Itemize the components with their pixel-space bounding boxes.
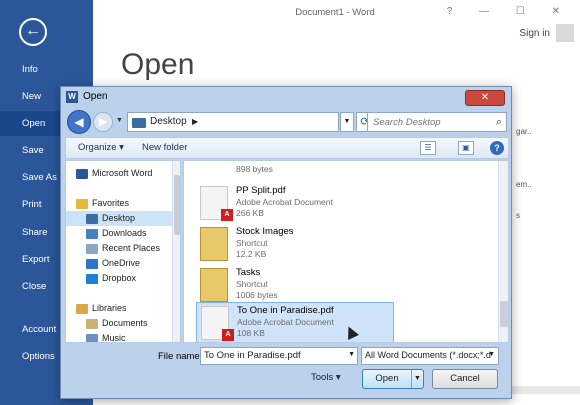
file-type: Adobe Acrobat Document [237, 317, 334, 327]
file-size: 1006 bytes [236, 290, 278, 300]
navigation-pane: Microsoft Word Favorites Desktop Downloa… [65, 160, 181, 343]
nav-item-recent-places[interactable]: Recent Places [86, 241, 180, 256]
background-text: em.. [516, 180, 532, 189]
search-box[interactable]: ⌕ [367, 112, 507, 132]
file-type-value: All Word Documents (*.docx;*.d [365, 350, 491, 360]
downloads-icon [86, 228, 98, 239]
desktop-folder-icon [132, 118, 146, 128]
folder-shortcut-icon [200, 227, 228, 261]
back-arrow-icon[interactable]: ◀ [67, 110, 91, 134]
list-item[interactable]: Stock Images Shortcut 12.2 KB [196, 224, 394, 265]
onedrive-icon [86, 258, 98, 269]
page-title: Open [121, 48, 195, 81]
file-name-label: File name: [158, 351, 203, 362]
recent-locations-dropdown[interactable]: ▼ [116, 117, 123, 124]
navigation-bar: ◀ ▶ ▼ Desktop ▶ ▼ ⟳ ⌕ [65, 109, 509, 135]
background-text: gar.. [516, 127, 532, 136]
file-size: 898 bytes [236, 164, 273, 174]
chevron-right-icon[interactable]: ▶ [192, 117, 198, 126]
file-list-scrollbar[interactable] [498, 161, 508, 342]
nav-pane-scrollbar[interactable] [172, 161, 180, 342]
file-size: 108 KB [237, 328, 265, 338]
libraries-icon [76, 303, 88, 314]
list-item[interactable]: A To One in Paradise.pdf Adobe Acrobat D… [196, 302, 394, 342]
dropbox-icon [86, 273, 98, 284]
sign-in-link[interactable]: Sign in [519, 28, 550, 39]
file-name: Tasks [236, 267, 261, 278]
dialog-title: Open [83, 91, 108, 102]
scroll-thumb[interactable] [500, 301, 508, 327]
music-icon [86, 333, 98, 342]
nav-item-onedrive[interactable]: OneDrive [86, 256, 180, 271]
new-folder-button[interactable]: New folder [142, 142, 187, 153]
avatar[interactable] [556, 24, 574, 42]
open-button[interactable]: Open ▼ [362, 369, 424, 389]
search-icon[interactable]: ⌕ [496, 116, 502, 129]
file-size: 266 KB [236, 208, 264, 218]
recent-places-icon [86, 243, 98, 254]
scroll-thumb[interactable] [174, 175, 180, 235]
tools-button[interactable]: Tools ▾ [311, 372, 341, 383]
file-name-field[interactable]: To One in Paradise.pdf ▼ [200, 347, 358, 365]
address-text: Desktop [150, 116, 187, 127]
open-dialog: W Open ✕ ◀ ▶ ▼ Desktop ▶ ▼ ⟳ ⌕ Organize … [60, 86, 512, 399]
command-toolbar: Organize ▾ New folder ☰ ▣ ? [65, 137, 509, 159]
nav-item-documents[interactable]: Documents [86, 316, 180, 331]
back-arrow-icon[interactable]: ← [19, 18, 47, 46]
file-type: Adobe Acrobat Document [236, 197, 333, 207]
file-type: Shortcut [236, 279, 268, 289]
nav-item-downloads[interactable]: Downloads [86, 226, 180, 241]
file-name-value: To One in Paradise.pdf [204, 350, 301, 361]
nav-item-dropbox[interactable]: Dropbox [86, 271, 180, 286]
folder-shortcut-icon [200, 268, 228, 302]
file-size: 12.2 KB [236, 249, 267, 259]
nav-item-microsoft-word[interactable]: Microsoft Word [76, 166, 180, 181]
chevron-down-icon[interactable]: ▼ [488, 351, 495, 358]
list-item[interactable]: 898 bytes [196, 161, 394, 183]
address-dropdown[interactable]: ▼ [340, 112, 354, 132]
file-type-select[interactable]: All Word Documents (*.docx;*.d ▼ [361, 347, 499, 365]
word-icon [76, 168, 88, 179]
file-name: To One in Paradise.pdf [237, 305, 334, 316]
file-name: Stock Images [236, 226, 294, 237]
list-item[interactable]: Tasks Shortcut 1006 bytes [196, 265, 394, 306]
help-icon[interactable]: ? [490, 141, 504, 155]
nav-item-favorites[interactable]: Favorites [76, 196, 180, 211]
word-app-icon: W [66, 91, 78, 103]
preview-pane-icon[interactable]: ▣ [458, 141, 474, 155]
nav-item-libraries[interactable]: Libraries [76, 301, 180, 316]
sidebar-item-info[interactable]: Info [0, 57, 93, 82]
list-item[interactable]: A PP Split.pdf Adobe Acrobat Document 26… [196, 183, 394, 224]
file-name: PP Split.pdf [236, 185, 286, 196]
chevron-down-icon[interactable]: ▼ [348, 351, 355, 358]
open-dropdown-arrow[interactable]: ▼ [411, 370, 423, 388]
address-bar[interactable]: Desktop ▶ [127, 112, 339, 132]
search-input[interactable] [368, 113, 488, 131]
close-button[interactable]: ✕ [465, 90, 505, 106]
cancel-button[interactable]: Cancel [432, 369, 498, 389]
forward-arrow-icon[interactable]: ▶ [93, 112, 113, 132]
pdf-file-icon: A [200, 186, 233, 221]
organize-button[interactable]: Organize ▾ [78, 142, 124, 153]
pdf-file-icon: A [201, 306, 234, 341]
nav-item-music[interactable]: Music [86, 331, 180, 342]
background-text: s [516, 211, 520, 220]
nav-item-desktop[interactable]: Desktop [66, 211, 172, 226]
file-type: Shortcut [236, 238, 268, 248]
window-controls[interactable]: ? — ☐ ✕ [447, 6, 572, 17]
star-icon [76, 198, 88, 209]
file-list: 898 bytes A PP Split.pdf Adobe Acrobat D… [183, 160, 509, 343]
view-options-icon[interactable]: ☰ [420, 141, 436, 155]
window-title: Document1 - Word [295, 7, 375, 18]
documents-icon [86, 318, 98, 329]
desktop-icon [86, 213, 98, 224]
